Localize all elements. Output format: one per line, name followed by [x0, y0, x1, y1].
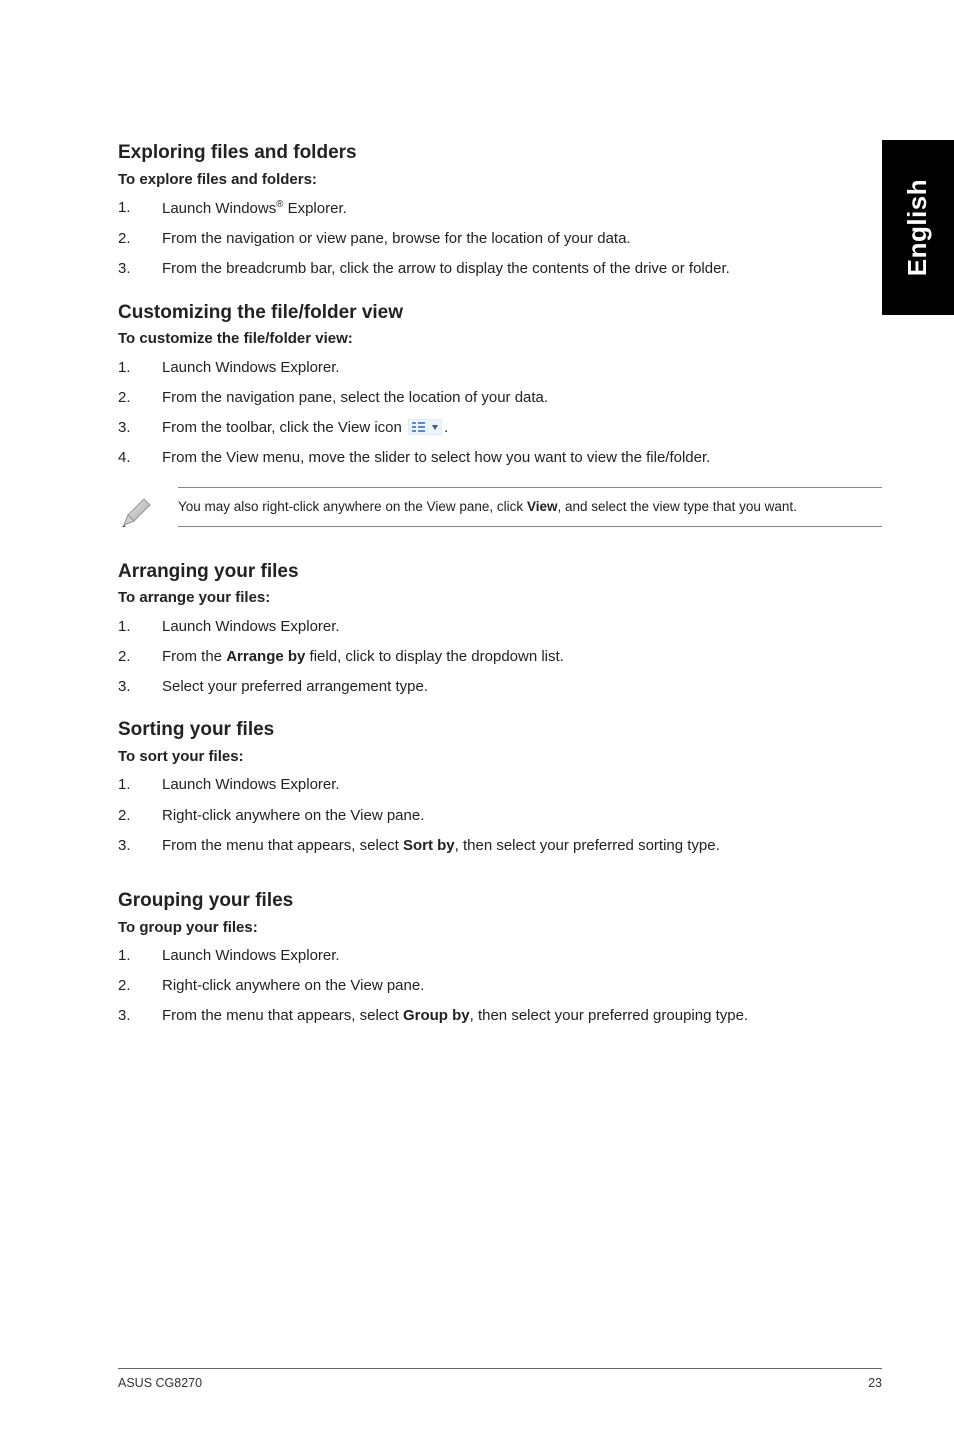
- step-text: Right-click anywhere on the View pane.: [162, 976, 882, 996]
- step-number: 1.: [118, 198, 162, 218]
- footer-page-number: 23: [868, 1375, 882, 1392]
- step-text: Launch Windows® Explorer.: [162, 198, 882, 219]
- step-text: From the Arrange by field, click to disp…: [162, 647, 882, 667]
- step-number: 1.: [118, 775, 162, 795]
- page-body: Exploring files and folders To explore f…: [0, 0, 954, 1027]
- list-item: 3. From the breadcrumb bar, click the ar…: [118, 259, 882, 279]
- step-number: 3.: [118, 418, 162, 438]
- step-text: From the toolbar, click the View icon .: [162, 418, 882, 438]
- subhead-exploring: To explore files and folders:: [118, 170, 882, 190]
- list-item: 3. From the toolbar, click the View icon…: [118, 418, 882, 438]
- list-item: 2. From the Arrange by field, click to d…: [118, 647, 882, 667]
- subhead-grouping: To group your files:: [118, 918, 882, 938]
- heading-arranging: Arranging your files: [118, 559, 882, 585]
- footer-product: ASUS CG8270: [118, 1375, 202, 1392]
- step-text: From the View menu, move the slider to s…: [162, 448, 882, 468]
- list-item: 3. From the menu that appears, select Gr…: [118, 1006, 882, 1026]
- list-item: 1. Launch Windows Explorer.: [118, 358, 882, 378]
- step-text: From the breadcrumb bar, click the arrow…: [162, 259, 882, 279]
- list-item: 1. Launch Windows Explorer.: [118, 946, 882, 966]
- step-number: 3.: [118, 677, 162, 697]
- step-number: 2.: [118, 647, 162, 667]
- list-customizing: 1. Launch Windows Explorer. 2. From the …: [118, 358, 882, 469]
- step-text: From the menu that appears, select Group…: [162, 1006, 882, 1026]
- step-text: Launch Windows Explorer.: [162, 946, 882, 966]
- step-number: 3.: [118, 836, 162, 856]
- step-number: 1.: [118, 617, 162, 637]
- list-item: 1. Launch Windows® Explorer.: [118, 198, 882, 219]
- language-tab-label: English: [900, 179, 935, 276]
- step-text: Launch Windows Explorer.: [162, 617, 882, 637]
- heading-customizing: Customizing the file/folder view: [118, 300, 882, 326]
- note-block: You may also right-click anywhere on the…: [118, 487, 882, 537]
- step-text: Launch Windows Explorer.: [162, 358, 882, 378]
- step-text: Launch Windows Explorer.: [162, 775, 882, 795]
- list-sorting: 1. Launch Windows Explorer. 2. Right-cli…: [118, 775, 882, 856]
- list-item: 2. From the navigation pane, select the …: [118, 388, 882, 408]
- step-text: From the menu that appears, select Sort …: [162, 836, 882, 856]
- heading-exploring: Exploring files and folders: [118, 140, 882, 166]
- step-number: 3.: [118, 259, 162, 279]
- list-item: 2. From the navigation or view pane, bro…: [118, 229, 882, 249]
- view-icon: [408, 419, 442, 435]
- list-grouping: 1. Launch Windows Explorer. 2. Right-cli…: [118, 946, 882, 1027]
- heading-sorting: Sorting your files: [118, 717, 882, 743]
- step-text: From the navigation or view pane, browse…: [162, 229, 882, 249]
- list-item: 2. Right-click anywhere on the View pane…: [118, 806, 882, 826]
- step-number: 3.: [118, 1006, 162, 1026]
- step-number: 2.: [118, 388, 162, 408]
- list-arranging: 1. Launch Windows Explorer. 2. From the …: [118, 617, 882, 698]
- list-item: 1. Launch Windows Explorer.: [118, 775, 882, 795]
- step-text: Right-click anywhere on the View pane.: [162, 806, 882, 826]
- list-item: 3. Select your preferred arrangement typ…: [118, 677, 882, 697]
- list-item: 4. From the View menu, move the slider t…: [118, 448, 882, 468]
- list-item: 2. Right-click anywhere on the View pane…: [118, 976, 882, 996]
- subhead-sorting: To sort your files:: [118, 747, 882, 767]
- page-footer: ASUS CG8270 23: [118, 1368, 882, 1392]
- pencil-icon: [118, 487, 178, 537]
- step-number: 2.: [118, 229, 162, 249]
- step-number: 2.: [118, 806, 162, 826]
- list-item: 3. From the menu that appears, select So…: [118, 836, 882, 856]
- language-tab: English: [882, 140, 954, 315]
- subhead-customizing: To customize the file/folder view:: [118, 329, 882, 349]
- step-text: From the navigation pane, select the loc…: [162, 388, 882, 408]
- step-number: 1.: [118, 946, 162, 966]
- list-item: 1. Launch Windows Explorer.: [118, 617, 882, 637]
- step-text: Select your preferred arrangement type.: [162, 677, 882, 697]
- subhead-arranging: To arrange your files:: [118, 588, 882, 608]
- note-text: You may also right-click anywhere on the…: [178, 487, 882, 527]
- list-exploring: 1. Launch Windows® Explorer. 2. From the…: [118, 198, 882, 280]
- heading-grouping: Grouping your files: [118, 888, 882, 914]
- step-number: 4.: [118, 448, 162, 468]
- step-number: 2.: [118, 976, 162, 996]
- step-number: 1.: [118, 358, 162, 378]
